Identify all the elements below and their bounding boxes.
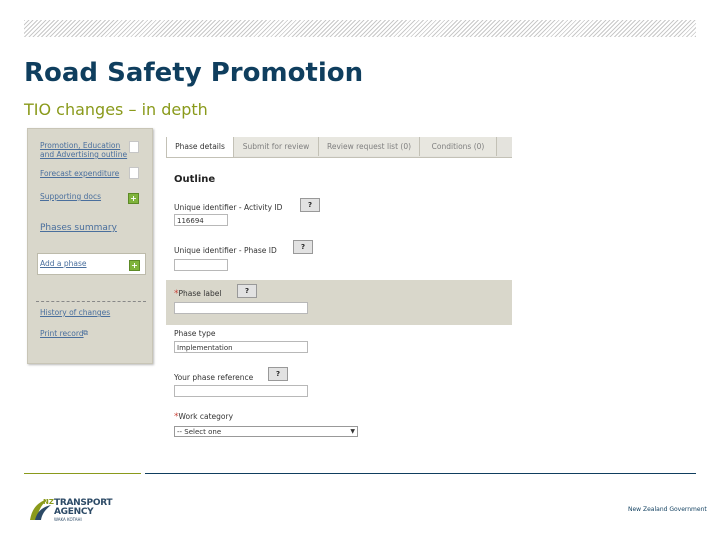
sidebar-item-outline[interactable]: Promotion, Education and Advertising out… xyxy=(40,141,130,159)
phase-label-input[interactable] xyxy=(174,302,308,314)
phase-reference-label: Your phase reference xyxy=(174,373,254,382)
phase-id-label: Unique identifier - Phase ID xyxy=(174,246,277,255)
tab-review-request-list[interactable]: Review request list (0) xyxy=(319,137,420,156)
plus-icon[interactable]: + xyxy=(128,193,139,204)
chevron-down-icon: ▼ xyxy=(350,428,355,435)
help-button[interactable]: ? xyxy=(237,284,257,298)
phase-id-input[interactable] xyxy=(174,259,228,271)
phase-type-input[interactable]: Implementation xyxy=(174,341,308,353)
embedded-screenshot: Promotion, Education and Advertising out… xyxy=(27,128,512,450)
sidebar-item-print-record[interactable]: Print record xyxy=(40,329,84,338)
tab-conditions[interactable]: Conditions (0) xyxy=(420,137,497,156)
document-icon xyxy=(129,167,139,179)
help-button[interactable]: ? xyxy=(268,367,288,381)
document-icon xyxy=(129,141,139,153)
footer-rule-green xyxy=(24,473,141,474)
work-category-label: *Work category xyxy=(174,412,234,422)
phase-reference-input[interactable] xyxy=(174,385,308,397)
sidebar-item-phases-summary[interactable]: Phases summary xyxy=(40,224,117,233)
decorative-hatch-band xyxy=(24,20,696,37)
plus-icon[interactable]: + xyxy=(129,260,140,271)
tab-phase-details[interactable]: Phase details xyxy=(166,137,234,157)
help-button[interactable]: ? xyxy=(300,198,320,212)
slide-subtitle: TIO changes – in depth xyxy=(24,100,208,119)
section-heading: Outline xyxy=(174,174,216,185)
activity-id-label: Unique identifier - Activity ID xyxy=(174,203,283,212)
tab-bar: Phase details Submit for review Review r… xyxy=(166,137,512,158)
main-panel: Phase details Submit for review Review r… xyxy=(166,128,512,450)
add-phase-box[interactable]: Add a phase + xyxy=(37,253,146,275)
nz-government-label: New Zealand Government xyxy=(628,506,707,513)
external-link-icon: ⧉ xyxy=(83,329,88,337)
sidebar-item-supporting-docs[interactable]: Supporting docs xyxy=(40,192,101,201)
transport-agency-logo: NZ TRANSPORT AGENCY WAKA KOTAHI xyxy=(26,496,126,524)
logo-line-2: AGENCY xyxy=(54,507,94,517)
sidebar-divider xyxy=(36,301,146,302)
sidebar-item-forecast[interactable]: Forecast expenditure xyxy=(40,169,119,178)
slide-title: Road Safety Promotion xyxy=(24,58,364,88)
activity-id-input[interactable]: 116694 xyxy=(174,214,228,226)
footer-rule-navy xyxy=(145,473,696,474)
logo-prefix: NZ xyxy=(43,498,54,506)
sidebar-item-history[interactable]: History of changes xyxy=(40,308,110,317)
sidebar: Promotion, Education and Advertising out… xyxy=(27,128,153,364)
phase-label-label: *Phase label xyxy=(174,289,222,299)
logo-line-3: WAKA KOTAHI xyxy=(54,517,82,522)
phase-type-label: Phase type xyxy=(174,329,216,338)
tab-submit-for-review[interactable]: Submit for review xyxy=(234,137,319,156)
work-category-select[interactable]: -- Select one ▼ xyxy=(174,426,358,437)
help-button[interactable]: ? xyxy=(293,240,313,254)
add-phase-link[interactable]: Add a phase xyxy=(40,259,87,268)
